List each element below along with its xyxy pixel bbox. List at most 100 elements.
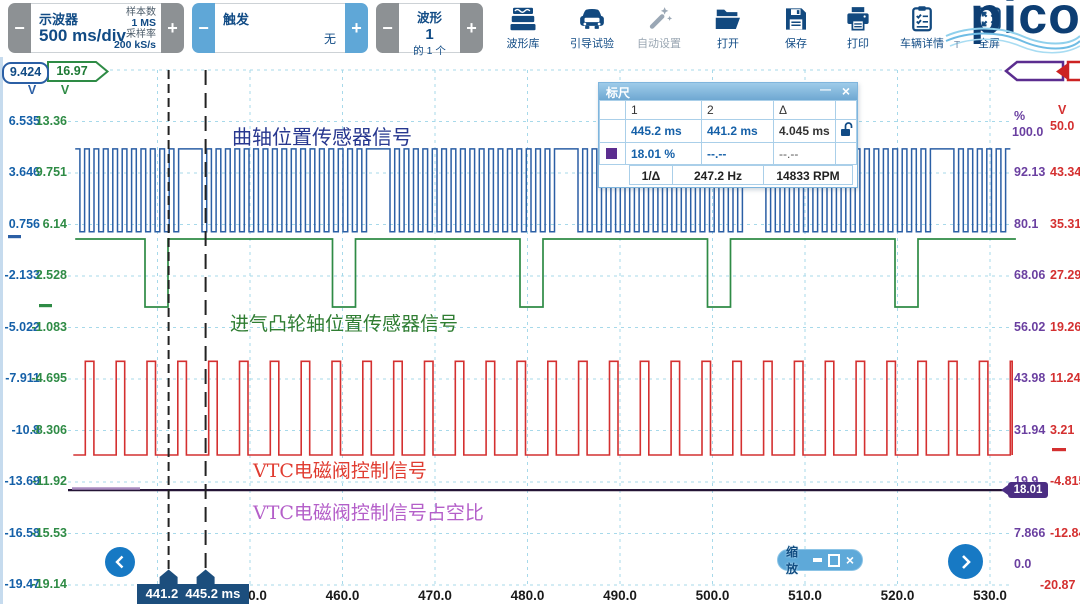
ruler-inverse-label: 1/Δ <box>629 165 673 185</box>
trigger-mode: 无 <box>324 30 336 47</box>
waveform-prev-button[interactable]: − <box>376 3 399 53</box>
channel-d-bottom-value: -20.87 <box>1040 578 1075 592</box>
ruler-rpm-value: 14833 RPM <box>763 165 853 185</box>
rate-value: 200 kS/s <box>114 40 156 51</box>
zoom-window-button[interactable] <box>828 554 840 567</box>
channel-b-unit: V <box>57 83 73 97</box>
trigger-increase-button[interactable]: + <box>345 3 368 53</box>
ruler-minimize-button[interactable]: — <box>820 84 831 96</box>
axis-d-tick: 11.24 <box>1050 371 1080 385</box>
chart-area[interactable]: 9.424 16.97 V V % 100.0 V 50.0 0.0 -20.8… <box>0 57 1080 604</box>
open-button[interactable]: 打开 <box>697 2 759 55</box>
axis-d-tick: 43.34 <box>1050 165 1080 179</box>
pan-right-button[interactable] <box>948 544 983 579</box>
channel-d-ground-marker[interactable] <box>1052 448 1066 451</box>
axis-d-tick: 27.29 <box>1050 268 1080 282</box>
zoom-label: 缩放 <box>786 543 807 577</box>
pico-logo-waves <box>944 0 1080 57</box>
trigger-panel[interactable]: 触发 无 <box>215 3 345 53</box>
ruler-close-button[interactable]: × <box>842 83 850 99</box>
main-toolbar: − 示波器 500 ms/div 样本数 1 MS 采样率 200 kS/s +… <box>0 0 1080 59</box>
open-icon <box>713 4 743 34</box>
channel-c-top-value: 100.0 <box>1012 125 1043 139</box>
waveform-index: 1 <box>399 26 460 43</box>
time-tick-label: 510.0 <box>775 588 835 603</box>
axis-c-tick: 56.02 <box>1014 320 1045 334</box>
left-edge-strip <box>0 57 3 604</box>
chevron-left-icon <box>113 554 127 570</box>
auto-setup-button[interactable]: 自动设置 <box>628 2 690 55</box>
scope-control-group: − 示波器 500 ms/div 样本数 1 MS 采样率 200 kS/s + <box>8 3 184 53</box>
zoom-close-button[interactable]: × <box>846 553 854 567</box>
axis-c-tick: 7.866 <box>1014 526 1045 540</box>
ruler-header-2: 2 <box>701 100 774 120</box>
vehicle-details-icon <box>907 4 937 34</box>
waveform-panel[interactable]: 波形 1 的 1 个 <box>399 3 460 53</box>
pan-left-button[interactable] <box>105 547 135 577</box>
waveform-next-button[interactable]: + <box>460 3 483 53</box>
ruler-panel-titlebar[interactable]: 标尺 — × <box>599 83 857 100</box>
samples-value: 1 MS <box>114 18 156 29</box>
ruler-row1-swatch-cell <box>599 119 626 143</box>
ruler-lock-cell[interactable] <box>835 119 857 143</box>
crank-signal-label: 曲轴位置传感器信号 <box>232 121 412 150</box>
axis-b-tick: 2.528 <box>22 268 67 282</box>
channel-c-bottom-value: 0.0 <box>1014 557 1031 571</box>
print-label: 打印 <box>827 35 889 51</box>
axis-c-tick: 31.94 <box>1014 423 1045 437</box>
ruler-panel[interactable]: 标尺 — × 1 2 Δ 445.2 ms 441.2 ms 4.045 ms <box>598 82 858 188</box>
pico-logo: pico T <box>944 0 1080 57</box>
channel-b-scale-marker[interactable]: 16.97 <box>50 64 94 78</box>
ruler-header-lock <box>835 100 857 120</box>
save-button[interactable]: 保存 <box>765 2 827 55</box>
channel-c-flag-icon[interactable] <box>1006 62 1063 80</box>
waveform-control-group: − 波形 1 的 1 个 + <box>376 3 483 53</box>
ruler-header-1: 1 <box>625 100 702 120</box>
axis-b-tick: 13.36 <box>22 114 67 128</box>
time-tick-label: 460.0 <box>313 588 373 603</box>
save-label: 保存 <box>765 35 827 51</box>
channel-a-unit: V <box>24 83 40 97</box>
axis-b-tick: -4.695 <box>22 371 67 385</box>
channel-a-scale-marker[interactable]: 9.424 <box>2 62 49 84</box>
cam-signal-label: 进气凸轮轴位置传感器信号 <box>230 309 458 336</box>
zoom-overview-control[interactable]: 缩放 × <box>777 549 863 571</box>
guided-test-button[interactable]: 引导试验 <box>561 2 623 55</box>
channel-d-flag-icon[interactable] <box>1068 62 1080 80</box>
ruler-header-blank <box>599 100 626 120</box>
vtc-trace <box>73 361 1012 455</box>
axis-c-tick: 92.13 <box>1014 165 1045 179</box>
chevron-right-icon <box>958 553 973 571</box>
channel-d-unit: V <box>1058 103 1066 117</box>
channel-a-ground-marker[interactable] <box>8 235 21 238</box>
ruler-header-delta: Δ <box>773 100 836 120</box>
pico-logo-sub: T <box>954 40 960 51</box>
zoom-minimize-button[interactable] <box>813 558 822 562</box>
ruler-cursor2-value: 441.2 ms <box>701 119 774 143</box>
scope-decrease-button[interactable]: − <box>8 3 31 53</box>
time-cursor-badge[interactable]: 441.2 445.2 ms <box>137 584 249 604</box>
axis-d-tick: -12.84 <box>1050 526 1080 540</box>
scope-panel[interactable]: 示波器 500 ms/div 样本数 1 MS 采样率 200 kS/s <box>31 3 161 53</box>
lock-open-icon <box>839 121 854 137</box>
axis-d-tick: 19.26 <box>1050 320 1080 334</box>
waveform-count: 的 1 个 <box>399 43 460 58</box>
duty-cycle-marker-badge[interactable]: 18.01 <box>1008 482 1048 498</box>
trigger-decrease-button[interactable]: − <box>192 3 215 53</box>
scope-increase-button[interactable]: + <box>161 3 184 53</box>
axis-b-tick: 6.14 <box>22 217 67 231</box>
ruler-duty-value2: --.-- <box>701 142 774 165</box>
duty-channel-swatch <box>606 148 617 159</box>
waveform-library-button[interactable]: 波形库 <box>492 2 554 55</box>
print-button[interactable]: 打印 <box>827 2 889 55</box>
waveform-title: 波形 <box>399 7 460 26</box>
channel-b-ground-marker[interactable] <box>39 304 52 307</box>
print-icon <box>843 4 873 34</box>
ruler-cursor1-value: 445.2 ms <box>625 119 702 143</box>
time-tick-label: 470.0 <box>405 588 465 603</box>
trigger-title: 触发 <box>223 9 249 28</box>
axis-b-tick: -11.92 <box>22 474 67 488</box>
auto-setup-label: 自动设置 <box>628 35 690 51</box>
axis-d-tick: 35.31 <box>1050 217 1080 231</box>
ruler-panel-title: 标尺 <box>606 84 630 101</box>
